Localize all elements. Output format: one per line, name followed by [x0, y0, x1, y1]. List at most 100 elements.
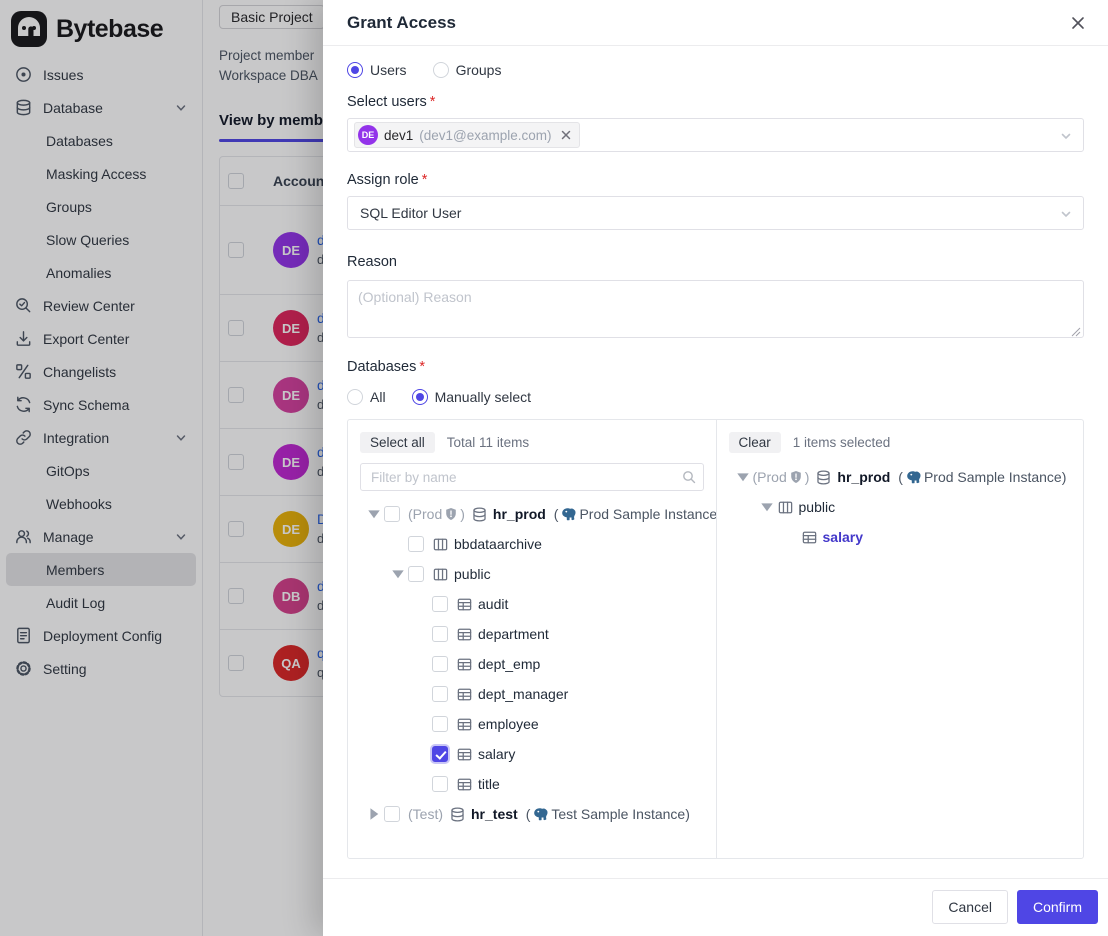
table-icon: [801, 529, 818, 546]
principal-radio-users[interactable]: Users: [347, 62, 407, 78]
chip-user-name: dev1: [384, 128, 413, 143]
tree-item-label: salary: [823, 529, 863, 545]
clear-button[interactable]: Clear: [729, 432, 781, 453]
tree-item-label: bbdataarchive: [454, 536, 542, 552]
instance-tag: (Prod Sample Instance): [898, 469, 1066, 485]
caret-down-icon[interactable]: [364, 504, 384, 524]
chevron-down-icon: [1059, 129, 1073, 143]
assign-role-value: SQL Editor User: [354, 205, 461, 221]
tree-checkbox[interactable]: [384, 806, 400, 822]
tree-checkbox[interactable]: [432, 716, 448, 732]
shield-icon: [789, 470, 803, 484]
grant-access-modal: Grant Access Users Groups Select users* D…: [323, 0, 1108, 936]
radio-dot-icon: [347, 62, 363, 78]
shield-icon: [444, 507, 458, 521]
chevron-down-icon: [1059, 207, 1073, 221]
environment-tag: (Prod): [408, 506, 465, 522]
instance-tag: (Test Sample Instance): [526, 806, 690, 822]
caret-down-icon[interactable]: [388, 564, 408, 584]
instance-tag: (Prod Sample Instance): [554, 506, 716, 522]
tree-item-label: dept_manager: [478, 686, 568, 702]
confirm-button[interactable]: Confirm: [1017, 890, 1098, 924]
total-items-count: Total 11 items: [447, 435, 529, 450]
source-tree-item-audit[interactable]: audit: [360, 589, 704, 619]
source-tree-item-employee[interactable]: employee: [360, 709, 704, 739]
principal-type-radio-group: Users Groups: [347, 60, 1084, 80]
tree-checkbox[interactable]: [432, 776, 448, 792]
assign-role-label: Assign role*: [347, 172, 1084, 188]
principal-radio-groups[interactable]: Groups: [433, 62, 502, 78]
target-tree-item-hr-prod[interactable]: (Prod) hr_prod (Prod Sample Instance): [729, 462, 1072, 492]
schema-icon: [432, 566, 449, 583]
postgres-icon: [906, 470, 921, 485]
filter-field-wrap: [360, 463, 704, 491]
select-users-input[interactable]: DE dev1 (dev1@example.com): [347, 118, 1084, 152]
source-tree-item-bbdataarchive[interactable]: bbdataarchive: [360, 529, 704, 559]
table-icon: [456, 716, 473, 733]
source-tree-item-dept-emp[interactable]: dept_emp: [360, 649, 704, 679]
reason-textarea[interactable]: [347, 280, 1084, 338]
tree-item-label: department: [478, 626, 549, 642]
source-tree-item-hr-prod[interactable]: (Prod)hr_prod(Prod Sample Instance): [360, 499, 704, 529]
source-tree-item-salary[interactable]: salary: [360, 739, 704, 769]
avatar: DE: [358, 125, 378, 145]
search-icon: [682, 470, 696, 484]
table-icon: [456, 776, 473, 793]
tree-checkbox[interactable]: [432, 686, 448, 702]
remove-user-icon[interactable]: [560, 129, 572, 141]
schema-icon: [432, 536, 449, 553]
caret-down-icon[interactable]: [733, 467, 753, 487]
tree-item-label: salary: [478, 746, 515, 762]
scope-radio-all[interactable]: All: [347, 389, 386, 405]
target-database-tree: (Prod) hr_prod (Prod Sample Instance) publi…: [729, 462, 1072, 552]
select-all-button[interactable]: Select all: [360, 432, 435, 453]
close-icon[interactable]: [1068, 13, 1088, 33]
filter-by-name-input[interactable]: [360, 463, 704, 491]
modal-title: Grant Access: [347, 13, 456, 33]
schema-icon: [777, 499, 794, 516]
assign-role-select[interactable]: SQL Editor User: [347, 196, 1084, 230]
reason-label: Reason: [347, 254, 1084, 270]
source-tree-item-department[interactable]: department: [360, 619, 704, 649]
source-tree-item-title[interactable]: title: [360, 769, 704, 799]
source-tree-item-dept-manager[interactable]: dept_manager: [360, 679, 704, 709]
source-database-tree: (Prod)hr_prod(Prod Sample Instance)bbdat…: [360, 499, 704, 829]
tree-item-label: employee: [478, 716, 539, 732]
instance-name: Prod Sample Instance): [579, 506, 715, 522]
radio-dot-icon: [412, 389, 428, 405]
source-tree-item-public[interactable]: public: [360, 559, 704, 589]
resize-handle-icon[interactable]: [1071, 327, 1081, 337]
tree-item-label: hr_prod: [493, 506, 546, 522]
caret-right-icon[interactable]: [364, 804, 384, 824]
tree-checkbox[interactable]: [384, 506, 400, 522]
chip-user-email: (dev1@example.com): [419, 128, 551, 143]
source-tree-item-hr-test[interactable]: (Test)hr_test(Test Sample Instance): [360, 799, 704, 829]
caret-down-icon[interactable]: [757, 497, 777, 517]
scope-radio-manually-select[interactable]: Manually select: [412, 389, 532, 405]
cancel-button[interactable]: Cancel: [932, 890, 1008, 924]
tree-item-label: dept_emp: [478, 656, 540, 672]
tree-item-label: hr_prod: [837, 469, 890, 485]
instance-name: Test Sample Instance): [551, 806, 690, 822]
modal-footer: Cancel Confirm: [323, 878, 1108, 936]
tree-checkbox[interactable]: [408, 536, 424, 552]
tree-checkbox[interactable]: [432, 626, 448, 642]
tree-checkbox[interactable]: [432, 746, 448, 762]
table-icon: [456, 596, 473, 613]
table-icon: [456, 746, 473, 763]
tree-checkbox[interactable]: [432, 596, 448, 612]
databases-label: Databases*: [347, 359, 1084, 375]
tree-checkbox[interactable]: [408, 566, 424, 582]
tree-item-label: public: [799, 499, 836, 515]
environment-tag: (Prod): [753, 469, 810, 485]
selected-user-chip: DE dev1 (dev1@example.com): [354, 122, 580, 148]
radio-dot-icon: [433, 62, 449, 78]
radio-label: All: [370, 389, 386, 405]
tree-checkbox[interactable]: [432, 656, 448, 672]
environment-tag: (Test): [408, 806, 443, 822]
select-users-label: Select users*: [347, 94, 1084, 110]
target-tree-item-public[interactable]: public: [729, 492, 1072, 522]
target-tree-item-salary[interactable]: salary: [729, 522, 1072, 552]
database-icon: [449, 806, 466, 823]
source-panel: Select all Total 11 items (Prod) hr_prod (…: [348, 420, 716, 858]
